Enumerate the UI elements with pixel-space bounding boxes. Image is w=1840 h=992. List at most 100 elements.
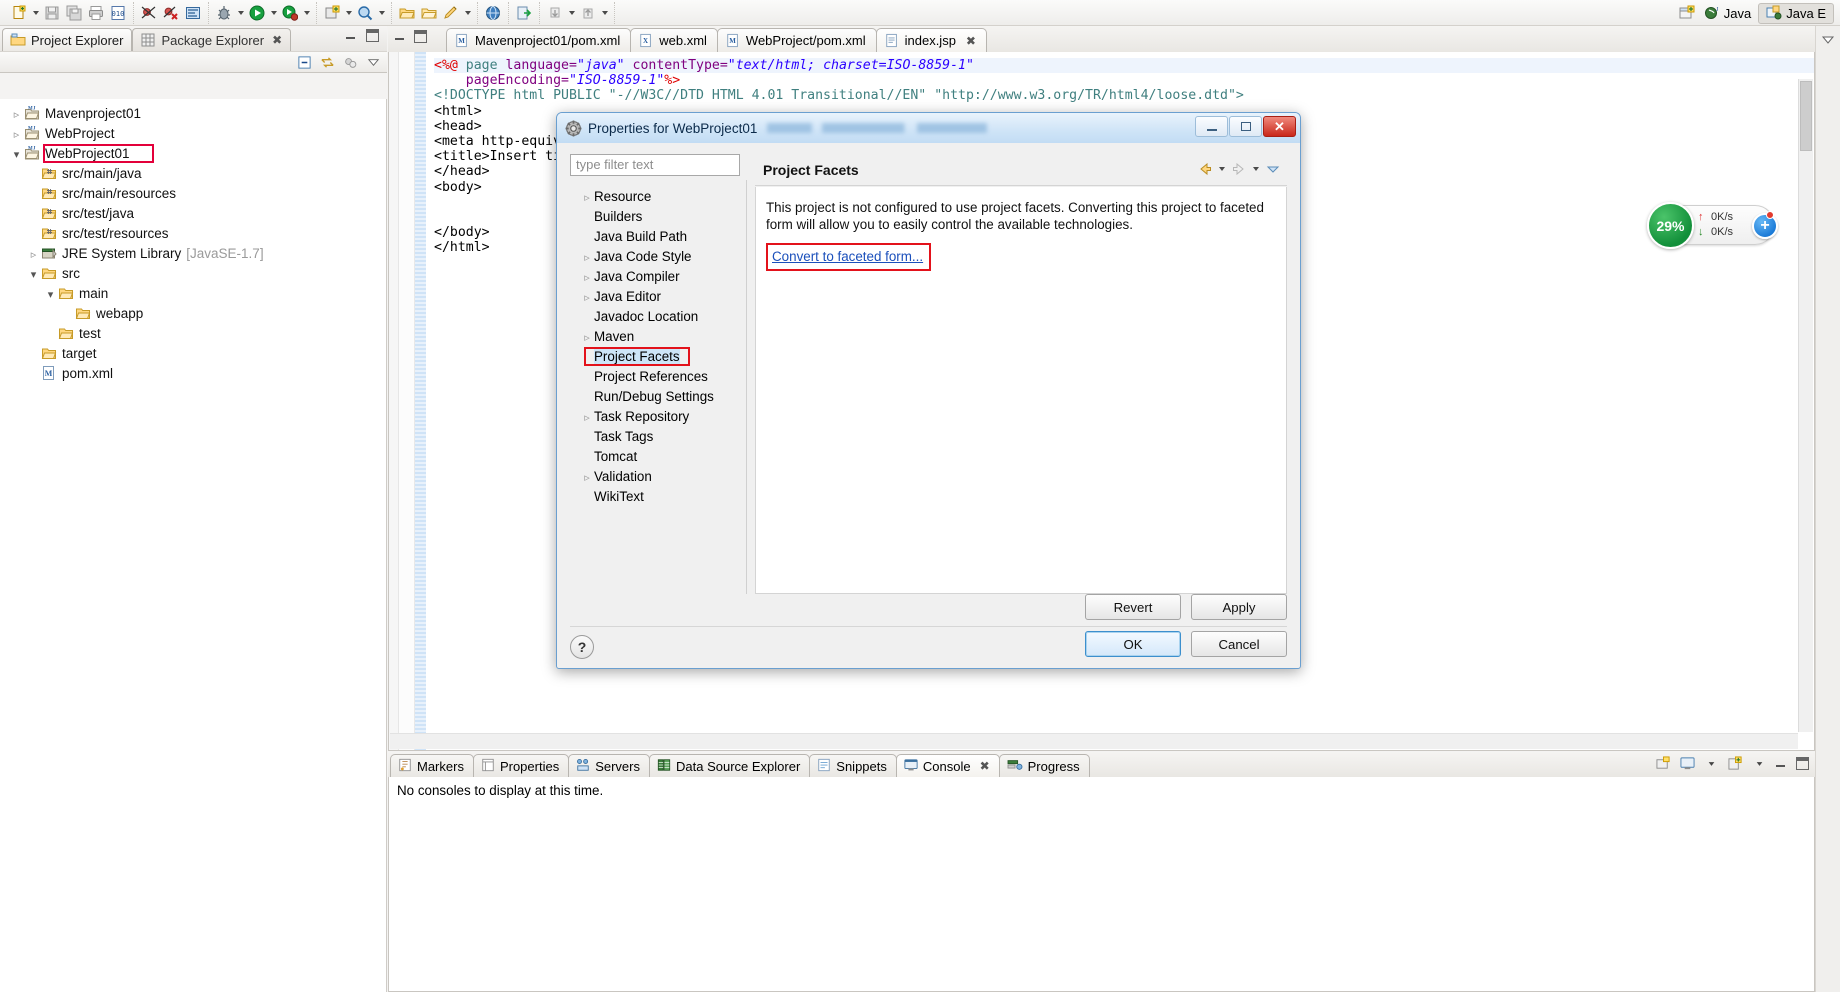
- tree-item-src[interactable]: src: [0, 263, 386, 283]
- new-file-dropdown[interactable]: [30, 2, 41, 23]
- bottom-tab-console[interactable]: Console ✖: [895, 754, 1000, 777]
- tree-toggle-icon[interactable]: [580, 289, 594, 304]
- toggle-mark-occurrences-icon[interactable]: 010: [107, 2, 129, 23]
- revert-button[interactable]: Revert: [1085, 594, 1181, 620]
- tree-toggle-icon[interactable]: [27, 266, 40, 281]
- new-java-package-icon[interactable]: [321, 2, 343, 23]
- network-speed-widget[interactable]: 29% ↑ ↓ 0K/s 0K/s +: [1647, 202, 1778, 249]
- run-external-tools-icon[interactable]: [279, 2, 301, 23]
- save-icon[interactable]: [41, 2, 63, 23]
- tree-toggle-icon[interactable]: [580, 249, 594, 264]
- run-external-dropdown[interactable]: [301, 2, 312, 23]
- globe-icon[interactable]: [482, 2, 504, 23]
- bottom-tab-data-source-explorer[interactable]: Data Source Explorer: [649, 754, 811, 777]
- tree-item-src-main-resources[interactable]: src/main/resources: [0, 183, 386, 203]
- dialog-close-button[interactable]: ✕: [1263, 116, 1296, 137]
- debug-view-icon[interactable]: [182, 2, 204, 23]
- tree-item-target[interactable]: target: [0, 343, 386, 363]
- dialog-tree-item-validation[interactable]: Validation: [570, 466, 746, 486]
- expand-widget-button[interactable]: +: [1752, 213, 1778, 239]
- previous-annotation-icon[interactable]: [577, 2, 599, 23]
- tree-item-src-main-java[interactable]: src/main/java: [0, 163, 386, 183]
- editor-horizontal-scrollbar[interactable]: [390, 733, 1798, 749]
- collapse-all-icon[interactable]: [296, 54, 312, 70]
- previous-annotation-dropdown[interactable]: [599, 2, 610, 23]
- back-arrow-icon[interactable]: [1196, 160, 1213, 177]
- minimize-icon[interactable]: [345, 29, 358, 42]
- skip-breakpoints-icon[interactable]: [138, 2, 160, 23]
- tree-toggle-icon[interactable]: [10, 146, 23, 161]
- dialog-tree-item-task-tags[interactable]: Task Tags: [570, 426, 746, 446]
- perspective-java-ee[interactable]: Java E: [1758, 2, 1834, 24]
- display-console-dropdown[interactable]: [1703, 755, 1719, 771]
- pencil-dropdown[interactable]: [462, 2, 473, 23]
- dialog-tree-item-java-build-path[interactable]: Java Build Path: [570, 226, 746, 246]
- forward-arrow-icon[interactable]: [1230, 160, 1247, 177]
- apply-button[interactable]: Apply: [1191, 594, 1287, 620]
- editor-tab-web-xml[interactable]: X web.xml: [630, 28, 718, 52]
- remove-breakpoint-icon[interactable]: [160, 2, 182, 23]
- tree-item-jre-system-library[interactable]: JRE System Library[JavaSE-1.7]: [0, 243, 386, 263]
- dialog-tree-item-resource[interactable]: Resource: [570, 186, 746, 206]
- dialog-title-bar[interactable]: Properties for WebProject01 ✕: [557, 113, 1300, 143]
- minimize-icon[interactable]: [394, 30, 407, 43]
- tree-item-test[interactable]: test: [0, 323, 386, 343]
- convert-to-faceted-form-link[interactable]: Convert to faceted form...: [772, 249, 923, 264]
- tree-toggle-icon[interactable]: [580, 269, 594, 284]
- cancel-button[interactable]: Cancel: [1191, 631, 1287, 657]
- open-project-icon[interactable]: [418, 2, 440, 23]
- tree-toggle-icon[interactable]: [580, 189, 594, 204]
- bottom-tab-markers[interactable]: Markers: [390, 754, 474, 777]
- open-console-icon[interactable]: [1655, 755, 1671, 771]
- save-all-icon[interactable]: [63, 2, 85, 23]
- tab-project-explorer[interactable]: Project Explorer: [2, 28, 133, 51]
- print-icon[interactable]: [85, 2, 107, 23]
- perspective-java[interactable]: J Java: [1697, 3, 1758, 24]
- dialog-minimize-button[interactable]: [1195, 116, 1228, 137]
- next-annotation-dropdown[interactable]: [566, 2, 577, 23]
- dialog-tree-item-maven[interactable]: Maven: [570, 326, 746, 346]
- close-icon[interactable]: ✖: [980, 759, 990, 773]
- search-icon[interactable]: [354, 2, 376, 23]
- tree-item-src-test-resources[interactable]: src/test/resources: [0, 223, 386, 243]
- tree-item-mavenproject01[interactable]: MJ Mavenproject01: [0, 103, 386, 123]
- dialog-tree-item-java-editor[interactable]: Java Editor: [570, 286, 746, 306]
- dialog-tree-item-run-debug-settings[interactable]: Run/Debug Settings: [570, 386, 746, 406]
- bottom-tab-snippets[interactable]: Snippets: [809, 754, 897, 777]
- editor-tab-index-jsp[interactable]: index.jsp ✖: [875, 28, 987, 52]
- new-console-dropdown[interactable]: [1751, 755, 1767, 771]
- tree-item-pom-xml[interactable]: Mpom.xml: [0, 363, 386, 383]
- bottom-tab-progress[interactable]: Progress: [998, 754, 1090, 777]
- tree-toggle-icon[interactable]: [10, 106, 23, 121]
- dialog-tree-item-project-references[interactable]: Project References: [570, 366, 746, 386]
- dialog-tree-item-tomcat[interactable]: Tomcat: [570, 446, 746, 466]
- dialog-tree-item-javadoc-location[interactable]: Javadoc Location: [570, 306, 746, 326]
- tree-item-webproject01[interactable]: MJWebProject01: [0, 143, 386, 163]
- debug-dropdown[interactable]: [235, 2, 246, 23]
- dialog-tree-item-task-repository[interactable]: Task Repository: [570, 406, 746, 426]
- bottom-tab-properties[interactable]: Properties: [472, 754, 570, 777]
- maximize-icon[interactable]: [414, 30, 427, 43]
- tree-item-main[interactable]: main: [0, 283, 386, 303]
- open-perspective-icon[interactable]: [1677, 3, 1697, 23]
- run-icon[interactable]: [246, 2, 268, 23]
- tab-package-explorer[interactable]: Package Explorer ✖: [132, 28, 292, 51]
- debug-icon[interactable]: [213, 2, 235, 23]
- tree-toggle-icon[interactable]: [27, 246, 40, 261]
- export-icon[interactable]: [513, 2, 535, 23]
- pencil-icon[interactable]: [440, 2, 462, 23]
- close-icon[interactable]: ✖: [272, 33, 282, 47]
- forward-dropdown-icon[interactable]: [1250, 160, 1261, 177]
- view-menu-icon[interactable]: [1264, 160, 1281, 177]
- tree-toggle-icon[interactable]: [580, 329, 594, 344]
- display-selected-console-icon[interactable]: [1679, 755, 1695, 771]
- scrollbar-thumb[interactable]: [1800, 81, 1812, 151]
- focus-on-active-task-icon[interactable]: [342, 54, 358, 70]
- minimize-icon[interactable]: [1775, 757, 1788, 770]
- ok-button[interactable]: OK: [1085, 631, 1181, 657]
- filter-input[interactable]: type filter text: [570, 154, 740, 176]
- tree-toggle-icon[interactable]: [10, 126, 23, 141]
- dialog-tree-item-java-compiler[interactable]: Java Compiler: [570, 266, 746, 286]
- tree-item-webproject[interactable]: MJ WebProject: [0, 123, 386, 143]
- next-annotation-icon[interactable]: [544, 2, 566, 23]
